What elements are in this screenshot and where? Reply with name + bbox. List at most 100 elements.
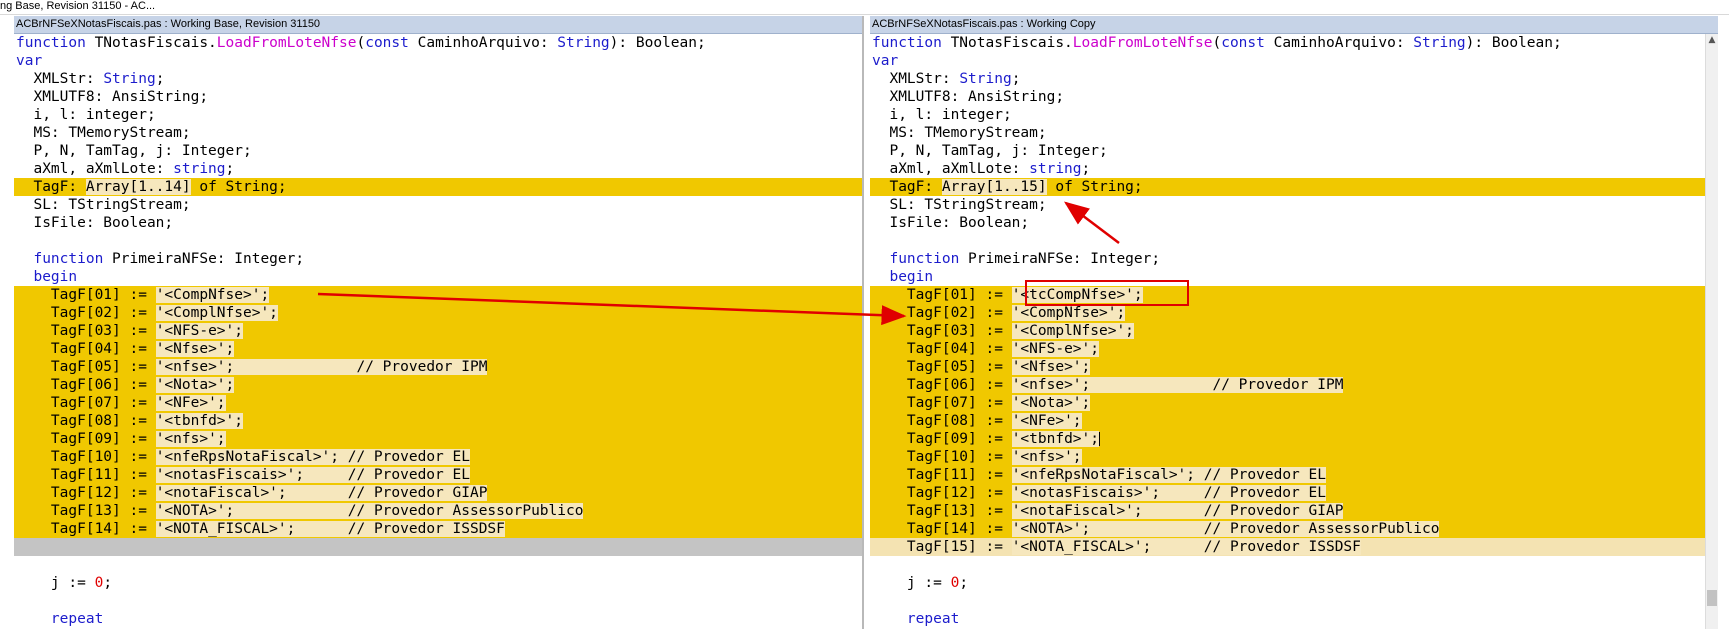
code-text: TagF[15] := [872, 539, 1012, 555]
code-text: TagF[03] := [872, 323, 1012, 339]
code-text: ; [959, 575, 969, 591]
vertical-scrollbar[interactable]: ▲ [1705, 34, 1718, 629]
scroll-thumb[interactable] [1707, 590, 1717, 606]
code-line: XMLUTF8: AnsiString; [872, 89, 1065, 105]
text-cursor [1099, 432, 1100, 446]
changed-line: TagF[12] := '<notaFiscal>'; // Provedor … [14, 484, 862, 502]
keyword: const [365, 35, 409, 51]
string-literal: '<Nota>'; [1011, 395, 1091, 411]
comment: // Provedor GIAP [286, 485, 488, 501]
window-title: ng Base, Revision 31150 - AC... [0, 0, 1729, 15]
changed-line: TagF: Array[1..14] of String; [14, 178, 862, 196]
scroll-up-arrow-icon[interactable]: ▲ [1706, 34, 1718, 46]
code-text: CaminhoArquivo: [1264, 35, 1414, 51]
code-text: TagF: [872, 179, 942, 195]
code-text: TagF[13] := [872, 503, 1012, 519]
code-text: ; [1011, 71, 1021, 87]
code-line: begin [872, 269, 934, 285]
keyword: function [889, 251, 960, 267]
keyword: String [103, 71, 156, 87]
code-text: TagF[07] := [872, 395, 1012, 411]
changed-line: TagF[10] := '<nfs>'; [870, 448, 1718, 466]
string-literal: '<CompNfse>'; [155, 287, 270, 303]
string-literal: '<Nfse>'; [155, 341, 235, 357]
code-line: IsFile: Boolean; [872, 215, 1030, 231]
code-line: MS: TMemoryStream; [16, 125, 191, 141]
right-diff-pane[interactable]: ACBrNFSeXNotasFiscais.pas : Working Copy… [870, 16, 1718, 629]
code-text: TagF[10] := [16, 449, 156, 465]
code-line: P, N, TamTag, j: Integer; [16, 143, 252, 159]
changed-line: TagF[02] := '<CompNfse>'; [870, 304, 1718, 322]
string-literal: '<notasFiscais>'; [1011, 485, 1161, 501]
comment: // Provedor IPM [1090, 377, 1344, 393]
code-line: repeat [872, 611, 960, 627]
code-text: TagF[10] := [872, 449, 1012, 465]
changed-line: TagF[05] := '<nfse>'; // Provedor IPM [14, 358, 862, 376]
code-text: TagF[11] := [872, 467, 1012, 483]
string-literal: '<CompNfse>'; [1011, 305, 1126, 321]
changed-text: Array[1..14] [85, 179, 191, 195]
code-text: TagF[05] := [16, 359, 156, 375]
string-literal: '<nfse>'; [155, 359, 235, 375]
changed-line: TagF[01] := '<tcCompNfse>'; [870, 286, 1718, 304]
code-line: var [872, 53, 899, 69]
code-text: TagF[02] := [872, 305, 1012, 321]
code-line: repeat [16, 611, 104, 627]
right-code-view[interactable]: function TNotasFiscais.LoadFromLoteNfse(… [870, 34, 1718, 628]
code-text: TagF: [16, 179, 86, 195]
code-text: TagF[04] := [872, 341, 1012, 357]
code-text: TagF[01] := [16, 287, 156, 303]
code-text: TagF[14] := [872, 521, 1012, 537]
comment: // Provedor EL [339, 449, 470, 465]
keyword: const [1221, 35, 1265, 51]
code-line: function TNotasFiscais.LoadFromLoteNfse(… [14, 34, 862, 52]
left-code-view[interactable]: function TNotasFiscais.LoadFromLoteNfse(… [14, 34, 862, 628]
string-literal: '<NOTA>'; [1011, 521, 1091, 537]
code-text: XMLStr: [872, 71, 960, 87]
right-pane-header: ACBrNFSeXNotasFiscais.pas : Working Copy [870, 16, 1718, 34]
code-text: TagF[12] := [16, 485, 156, 501]
changed-line: TagF[06] := '<Nota>'; [14, 376, 862, 394]
changed-line: TagF[07] := '<Nota>'; [870, 394, 1718, 412]
code-text: j := [16, 575, 95, 591]
code-text: PrimeiraNFSe: Integer; [959, 251, 1161, 267]
code-text: aXml, aXmlLote: [16, 161, 174, 177]
string-literal: '<NFS-e>'; [155, 323, 243, 339]
changed-line: TagF[13] := '<NOTA>'; // Provedor Assess… [14, 502, 862, 520]
code-text: TagF[06] := [16, 377, 156, 393]
code-line: function TNotasFiscais.LoadFromLoteNfse(… [870, 34, 1718, 52]
string-literal: '<notasFiscais>'; [155, 467, 305, 483]
code-line: function PrimeiraNFSe: Integer; [14, 250, 862, 268]
changed-line: TagF[07] := '<NFe>'; [14, 394, 862, 412]
string-literal: '<NOTA_FISCAL>'; [1011, 539, 1152, 555]
code-line: j := 0; [14, 574, 862, 592]
missing-line-placeholder [14, 538, 862, 556]
code-text: TagF[05] := [872, 359, 1012, 375]
code-text: TagF[14] := [16, 521, 156, 537]
changed-line: TagF[12] := '<notasFiscais>'; // Provedo… [870, 484, 1718, 502]
code-line: XMLStr: String; [14, 70, 862, 88]
comment: // Provedor EL [1160, 485, 1326, 501]
string-literal: '<nfeRpsNotaFiscal>'; [155, 449, 340, 465]
changed-line: TagF[02] := '<ComplNfse>'; [14, 304, 862, 322]
code-line: i, l: integer; [16, 107, 156, 123]
comment: // Provedor EL [1195, 467, 1326, 483]
left-pane-header: ACBrNFSeXNotasFiscais.pas : Working Base… [14, 16, 862, 34]
code-text: TagF[08] := [16, 413, 156, 429]
code-line: SL: TStringStream; [872, 197, 1047, 213]
comment: // Provedor EL [304, 467, 470, 483]
code-line: j := 0; [870, 574, 1718, 592]
changed-line: TagF[13] := '<notaFiscal>'; // Provedor … [870, 502, 1718, 520]
changed-line: TagF[08] := '<NFe>'; [870, 412, 1718, 430]
string-literal: '<notaFiscal>'; [1011, 503, 1143, 519]
code-text: PrimeiraNFSe: Integer; [103, 251, 305, 267]
code-line: begin [16, 269, 78, 285]
keyword: function [16, 35, 86, 51]
keyword: string [173, 161, 226, 177]
left-diff-pane[interactable]: ACBrNFSeXNotasFiscais.pas : Working Base… [14, 16, 864, 629]
string-literal: '<tbnfd>'; [1011, 431, 1099, 447]
